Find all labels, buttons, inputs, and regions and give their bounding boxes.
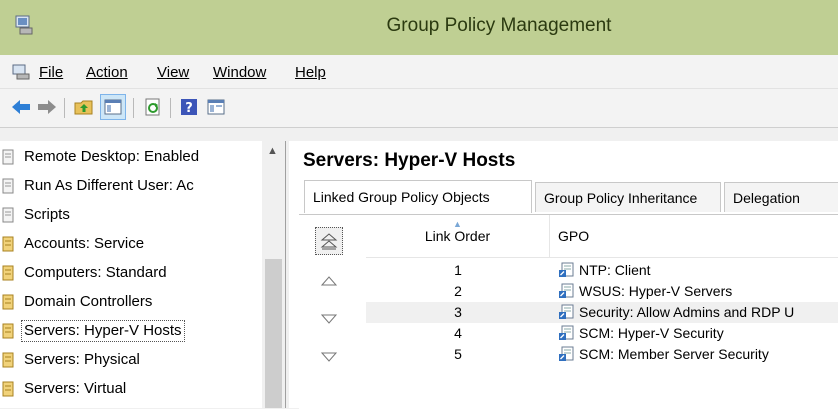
sort-ascending-icon: ▲ <box>453 219 462 229</box>
column-header-gpo[interactable]: GPO <box>558 215 589 257</box>
ou-folder-icon <box>2 294 14 310</box>
linked-gpo-table: ▲ Link Order GPO 1 NTP: Client 2 WSUS: Hype… <box>366 215 838 409</box>
tree-item[interactable]: Remote Desktop: Enabled <box>0 143 262 171</box>
tab-panel: ▲ Link Order GPO 1 NTP: Client 2 WSUS: Hype… <box>299 214 838 409</box>
tree-item-label: Accounts: Service <box>24 235 145 252</box>
link-order-cell: 3 <box>454 304 462 320</box>
table-row[interactable]: 4 SCM: Hyper-V Security <box>366 323 838 344</box>
svg-text:?: ? <box>185 101 193 116</box>
ou-folder-icon <box>2 265 14 281</box>
ou-folder-icon <box>2 323 14 339</box>
link-order-cell: 2 <box>454 283 462 299</box>
tree-item-label: Servers: Virtual <box>24 380 127 397</box>
toolbar-separator <box>170 98 171 118</box>
menu-bar: File Action View Window Help <box>0 55 838 89</box>
toolbar-separator <box>64 98 65 118</box>
tree-item-label: Domain Controllers <box>24 293 153 310</box>
link-order-cell: 5 <box>454 346 462 362</box>
gpo-name-cell: SCM: Hyper-V Security <box>579 325 724 341</box>
forward-icon[interactable] <box>36 96 58 118</box>
back-icon[interactable] <box>10 96 32 118</box>
tree-item-label: Computers: Standard <box>24 264 167 281</box>
table-row[interactable]: 1 NTP: Client <box>366 260 838 281</box>
table-header: ▲ Link Order GPO <box>366 215 838 258</box>
ou-folder-icon <box>2 236 14 252</box>
menu-file[interactable]: File <box>39 64 63 81</box>
tree-item[interactable]: Servers: Physical <box>0 346 262 374</box>
menu-view[interactable]: View <box>157 64 189 81</box>
gpo-link-icon <box>559 283 574 298</box>
toolbar-separator <box>133 98 134 118</box>
menu-window[interactable]: Window <box>213 64 266 81</box>
tree-item[interactable]: Computers: Standard <box>0 259 262 287</box>
tree-item-label: Run As Different User: Ac <box>24 177 194 194</box>
tree-item[interactable]: Scripts <box>0 201 262 229</box>
help-icon[interactable]: ? <box>178 96 200 118</box>
tree-item-label: Servers: Hyper-V Hosts <box>21 320 185 342</box>
console-tree[interactable]: Servers: Virtual Servers: Physical Servers… <box>0 141 286 408</box>
gpo-name-cell: Security: Allow Admins and RDP U <box>579 304 795 320</box>
gpo-link-icon <box>559 346 574 361</box>
table-row[interactable]: 3 Security: Allow Admins and RDP U <box>366 302 838 323</box>
gpo-name-cell: WSUS: Hyper-V Servers <box>579 283 733 299</box>
link-order-cell: 4 <box>454 325 462 341</box>
gpo-name-cell: SCM: Member Server Security <box>579 346 769 362</box>
scroll-thumb[interactable] <box>265 259 282 408</box>
window-title: Group Policy Management <box>386 15 612 36</box>
table-row[interactable]: 2 WSUS: Hyper-V Servers <box>366 281 838 302</box>
tree-item-label: Remote Desktop: Enabled <box>24 148 200 165</box>
gpo-name-cell: NTP: Client <box>579 262 651 278</box>
title-bar: Group Policy Management <box>0 0 838 55</box>
page-title: Servers: Hyper-V Hosts <box>303 150 516 171</box>
tab-inheritance[interactable]: Group Policy Inheritance <box>535 182 721 212</box>
gpo-setting-icon <box>2 207 14 223</box>
tree-item[interactable]: Run As Different User: Ac <box>0 172 262 200</box>
up-folder-icon[interactable] <box>73 96 95 118</box>
properties-icon[interactable] <box>205 96 227 118</box>
show-hide-tree-icon[interactable] <box>100 94 126 120</box>
column-header-link-order[interactable]: ▲ Link Order <box>366 215 550 257</box>
table-row[interactable]: 5 SCM: Member Server Security <box>366 344 838 365</box>
gpo-link-icon <box>559 262 574 277</box>
move-up-icon[interactable] <box>315 267 343 295</box>
refresh-icon[interactable] <box>142 96 164 118</box>
menu-action[interactable]: Action <box>86 64 128 81</box>
toolbar: ? <box>0 89 838 128</box>
gpo-link-icon <box>559 325 574 340</box>
move-down-icon[interactable] <box>315 305 343 333</box>
scroll-up-icon[interactable]: ▲ <box>267 145 278 157</box>
tree-scrollbar[interactable]: ▲ <box>262 141 285 408</box>
menu-help[interactable]: Help <box>295 64 326 81</box>
move-to-bottom-icon[interactable] <box>315 343 343 371</box>
gpo-setting-icon <box>2 178 14 194</box>
gpo-link-icon <box>559 304 574 319</box>
gpo-setting-icon <box>2 149 14 165</box>
tree-item[interactable]: Servers: Hyper-V Hosts <box>0 317 262 345</box>
tree-item-label: Scripts <box>24 206 70 223</box>
tree-item[interactable]: Accounts: Service <box>0 230 262 258</box>
tab-delegation[interactable]: Delegation <box>724 182 838 212</box>
tree-item[interactable]: Servers: Virtual <box>0 375 262 403</box>
tree-item[interactable]: Domain Controllers <box>0 288 262 316</box>
tree-item-label: Servers: Physical <box>24 351 140 368</box>
ou-folder-icon <box>2 352 14 368</box>
details-pane: Servers: Hyper-V Hosts Linked Group Poli… <box>289 141 838 409</box>
tab-linked-gpos[interactable]: Linked Group Policy Objects <box>304 180 532 213</box>
link-order-cell: 1 <box>454 262 462 278</box>
ou-folder-icon <box>2 381 14 397</box>
move-to-top-icon[interactable] <box>315 227 343 255</box>
system-menu-icon[interactable] <box>12 64 30 80</box>
